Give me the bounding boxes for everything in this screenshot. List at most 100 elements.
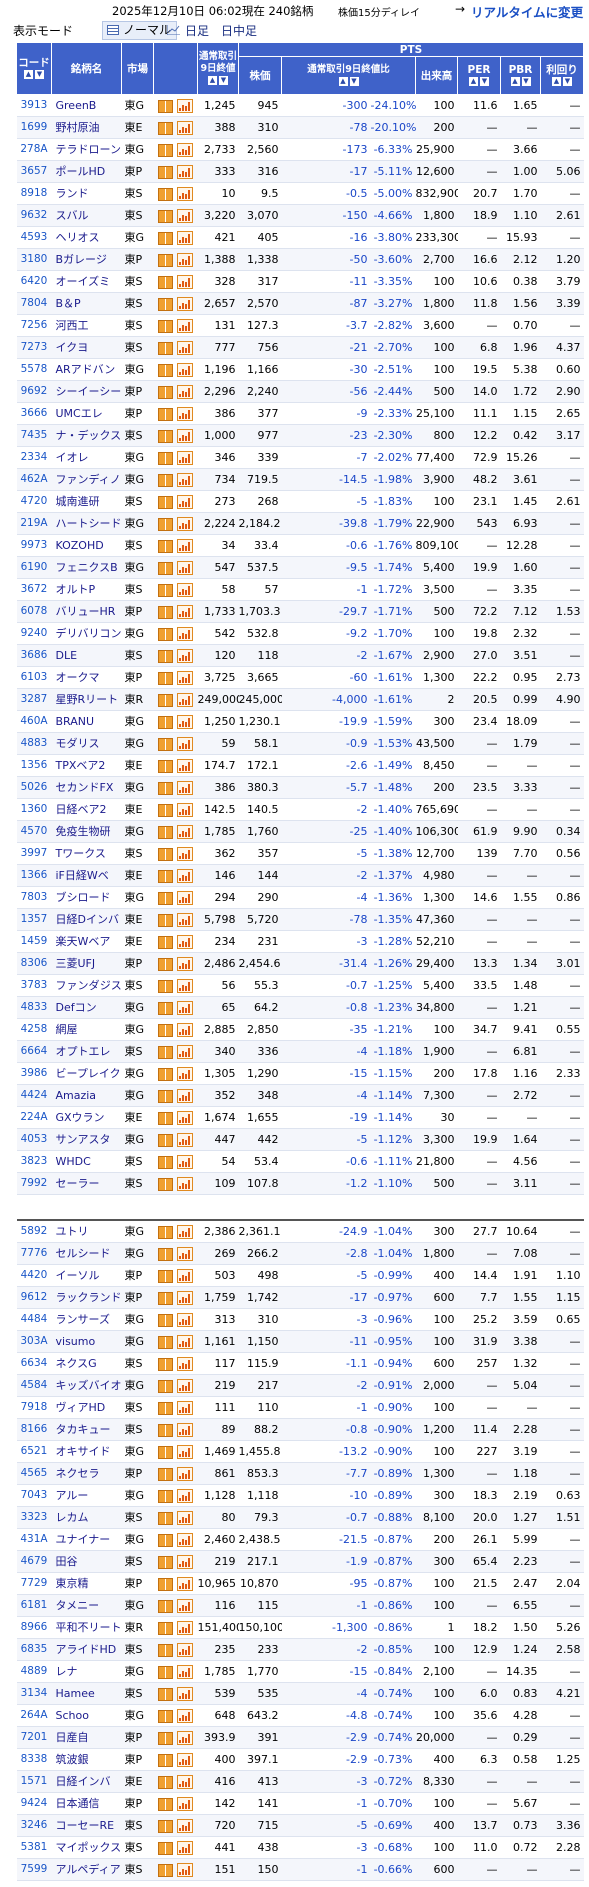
stock-code-link[interactable]: 8306 bbox=[16, 952, 52, 975]
mode-day-button[interactable]: 日足 bbox=[167, 22, 209, 39]
chart-icon[interactable] bbox=[177, 121, 193, 135]
book-icon[interactable] bbox=[158, 1731, 173, 1745]
stock-code-link[interactable]: 7599 bbox=[16, 1858, 52, 1881]
chart-icon[interactable] bbox=[177, 143, 193, 157]
book-icon[interactable] bbox=[158, 1357, 173, 1371]
chart-icon[interactable] bbox=[177, 495, 193, 509]
book-icon[interactable] bbox=[158, 1401, 173, 1415]
stock-name-link[interactable]: デリバリコン bbox=[51, 622, 122, 645]
stock-code-link[interactable]: 3323 bbox=[16, 1506, 52, 1529]
stock-code-link[interactable]: 6664 bbox=[16, 1040, 52, 1063]
book-icon[interactable] bbox=[158, 957, 173, 971]
chart-icon[interactable] bbox=[177, 1599, 193, 1613]
chart-icon[interactable] bbox=[177, 1687, 193, 1701]
stock-code-link[interactable]: 7776 bbox=[16, 1242, 52, 1265]
chart-icon[interactable] bbox=[177, 935, 193, 949]
book-icon[interactable] bbox=[158, 715, 173, 729]
stock-name-link[interactable]: 城南進研 bbox=[51, 490, 122, 513]
book-icon[interactable] bbox=[158, 1269, 173, 1283]
chart-icon[interactable] bbox=[177, 253, 193, 267]
book-icon[interactable] bbox=[158, 165, 173, 179]
stock-code-link[interactable]: 7201 bbox=[16, 1726, 52, 1749]
chart-icon[interactable] bbox=[177, 1753, 193, 1767]
chart-icon[interactable] bbox=[177, 803, 193, 817]
book-icon[interactable] bbox=[158, 781, 173, 795]
book-icon[interactable] bbox=[158, 209, 173, 223]
stock-code-link[interactable]: 278A bbox=[16, 138, 52, 161]
book-icon[interactable] bbox=[158, 1067, 173, 1081]
stock-code-link[interactable]: 9424 bbox=[16, 1792, 52, 1815]
book-icon[interactable] bbox=[158, 979, 173, 993]
chart-icon[interactable] bbox=[177, 1423, 193, 1437]
stock-name-link[interactable]: 星野Rリート bbox=[51, 688, 122, 711]
book-icon[interactable] bbox=[158, 825, 173, 839]
book-icon[interactable] bbox=[158, 187, 173, 201]
stock-name-link[interactable]: ネクスG bbox=[51, 1352, 122, 1375]
book-icon[interactable] bbox=[158, 1111, 173, 1125]
book-icon[interactable] bbox=[158, 319, 173, 333]
stock-code-link[interactable]: 6521 bbox=[16, 1440, 52, 1463]
book-icon[interactable] bbox=[158, 297, 173, 311]
stock-name-link[interactable]: ランド bbox=[51, 182, 122, 205]
sort-buttons[interactable]: ▲ ▼ bbox=[468, 76, 490, 88]
stock-code-link[interactable]: 6420 bbox=[16, 270, 52, 293]
book-icon[interactable] bbox=[158, 1577, 173, 1591]
stock-code-link[interactable]: 4570 bbox=[16, 820, 52, 843]
stock-name-link[interactable]: ポールHD bbox=[51, 160, 122, 183]
stock-name-link[interactable]: イオレ bbox=[51, 446, 122, 469]
chart-icon[interactable] bbox=[177, 781, 193, 795]
book-icon[interactable] bbox=[158, 1001, 173, 1015]
book-icon[interactable] bbox=[158, 869, 173, 883]
chart-icon[interactable] bbox=[177, 913, 193, 927]
chart-icon[interactable] bbox=[177, 1335, 193, 1349]
chart-icon[interactable] bbox=[177, 1577, 193, 1591]
stock-name-link[interactable]: 日経インバ bbox=[51, 1770, 122, 1793]
stock-name-link[interactable]: ブシロード bbox=[51, 886, 122, 909]
stock-code-link[interactable]: 4258 bbox=[16, 1018, 52, 1041]
chart-icon[interactable] bbox=[177, 1775, 193, 1789]
stock-name-link[interactable]: マイポックス bbox=[51, 1836, 122, 1859]
book-icon[interactable] bbox=[158, 473, 173, 487]
stock-name-link[interactable]: イーソル bbox=[51, 1264, 122, 1287]
stock-name-link[interactable]: KOZOHD bbox=[51, 534, 122, 557]
mode-day-mid-button[interactable]: 日中足 bbox=[221, 22, 257, 39]
book-icon[interactable] bbox=[158, 121, 173, 135]
stock-code-link[interactable]: 3180 bbox=[16, 248, 52, 271]
stock-name-link[interactable]: レカム bbox=[51, 1506, 122, 1529]
stock-code-link[interactable]: 3657 bbox=[16, 160, 52, 183]
stock-name-link[interactable]: 田谷 bbox=[51, 1550, 122, 1573]
chart-icon[interactable] bbox=[177, 979, 193, 993]
stock-code-link[interactable]: 3134 bbox=[16, 1682, 52, 1705]
chart-icon[interactable] bbox=[177, 1709, 193, 1723]
stock-name-link[interactable]: セルシード bbox=[51, 1242, 122, 1265]
book-icon[interactable] bbox=[158, 1225, 173, 1239]
book-icon[interactable] bbox=[158, 495, 173, 509]
stock-code-link[interactable]: 4889 bbox=[16, 1660, 52, 1683]
stock-name-link[interactable]: ファンダジス bbox=[51, 974, 122, 997]
book-icon[interactable] bbox=[158, 1045, 173, 1059]
stock-code-link[interactable]: 1357 bbox=[16, 908, 52, 931]
book-icon[interactable] bbox=[158, 99, 173, 113]
chart-icon[interactable] bbox=[177, 451, 193, 465]
stock-name-link[interactable]: アルペディア bbox=[51, 1858, 122, 1881]
book-icon[interactable] bbox=[158, 341, 173, 355]
stock-name-link[interactable]: ラックランド bbox=[51, 1286, 122, 1309]
stock-name-link[interactable]: オーイズミ bbox=[51, 270, 122, 293]
stock-name-link[interactable]: ヴィアHD bbox=[51, 1396, 122, 1419]
stock-name-link[interactable]: シーイーシー bbox=[51, 380, 122, 403]
stock-name-link[interactable]: 日経ベア2 bbox=[51, 798, 122, 821]
stock-name-link[interactable]: スバル bbox=[51, 204, 122, 227]
book-icon[interactable] bbox=[158, 451, 173, 465]
stock-code-link[interactable]: 224A bbox=[16, 1106, 52, 1129]
stock-name-link[interactable]: UMCエレ bbox=[51, 402, 122, 425]
stock-name-link[interactable]: B＆P bbox=[51, 292, 122, 315]
sort-buttons[interactable]: ▲ ▼ bbox=[338, 76, 360, 88]
chart-icon[interactable] bbox=[177, 1155, 193, 1169]
stock-code-link[interactable]: 4720 bbox=[16, 490, 52, 513]
book-icon[interactable] bbox=[158, 407, 173, 421]
stock-code-link[interactable]: 3783 bbox=[16, 974, 52, 997]
stock-name-link[interactable]: GreenB bbox=[51, 94, 122, 117]
chart-icon[interactable] bbox=[177, 1511, 193, 1525]
stock-name-link[interactable]: タカキュー bbox=[51, 1418, 122, 1441]
stock-name-link[interactable]: アルー bbox=[51, 1484, 122, 1507]
